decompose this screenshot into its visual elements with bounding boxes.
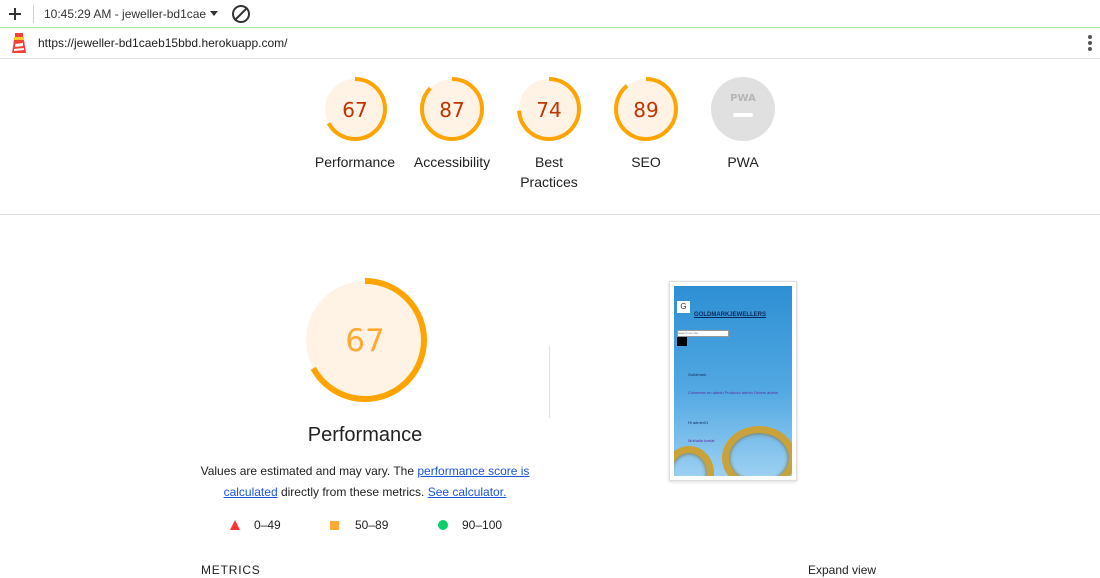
new-report-plus-icon[interactable] xyxy=(5,4,25,24)
top-toolbar: 10:45:29 AM - jeweller-bd1cae xyxy=(0,0,1100,28)
legend-average: 50–89 xyxy=(330,518,388,532)
gauge-seo[interactable]: 89 SEO xyxy=(591,74,701,172)
more-options-icon[interactable] xyxy=(1088,35,1092,51)
see-calculator-link[interactable]: See calculator. xyxy=(428,485,507,499)
legend-pass-range: 90–100 xyxy=(462,518,503,532)
screenshot-content: G GOLDMARKJEWELLERS Search our site Guil… xyxy=(674,286,792,476)
report-run-label: 10:45:29 AM - jeweller-bd1cae xyxy=(44,6,207,21)
gauge-best-practices-label: Best Practices xyxy=(520,154,578,190)
gauge-performance-label: Performance xyxy=(314,154,396,170)
screenshot-label-1: Guildmark xyxy=(688,372,707,377)
metrics-heading: METRICS xyxy=(201,563,261,577)
report-run-dropdown[interactable]: 10:45:29 AM - jeweller-bd1cae xyxy=(44,6,219,21)
gauge-pwa-label: PWA xyxy=(727,154,759,170)
gauge-seo-score: 89 xyxy=(633,98,658,122)
performance-large-score: 67 xyxy=(345,323,384,359)
ring-image xyxy=(722,426,792,476)
lighthouse-logo-icon xyxy=(12,33,26,53)
report-url[interactable]: https://jeweller-bd1caeb15bbd.herokuapp.… xyxy=(38,36,288,50)
gauge-performance-ring: 67 xyxy=(323,77,387,141)
gauge-accessibility-label: Accessibility xyxy=(413,154,491,170)
gauge-performance-score: 67 xyxy=(342,98,367,122)
gauge-pwa[interactable]: PWA PWA xyxy=(688,74,798,172)
screenshot-label-3: Mulhalla kvelat xyxy=(688,438,715,443)
screenshot-brand: GOLDMARKJEWELLERS xyxy=(694,312,766,318)
legend-average-range: 50–89 xyxy=(355,518,389,532)
screenshot-logo: G xyxy=(677,301,690,313)
legend-pass: 90–100 xyxy=(438,518,502,532)
red-triangle-icon xyxy=(230,520,240,530)
gauge-best-practices-score: 74 xyxy=(536,98,561,122)
expand-view-toggle[interactable]: Expand view xyxy=(808,563,876,577)
gauge-accessibility-score: 87 xyxy=(439,98,464,122)
orange-square-icon xyxy=(330,520,339,530)
desc-mid: directly from these metrics. xyxy=(280,485,425,499)
gauge-accessibility-ring: 87 xyxy=(420,77,484,141)
gauge-performance[interactable]: 67 Performance xyxy=(300,74,410,172)
dropdown-caret-icon xyxy=(210,11,219,16)
gauge-seo-ring: 89 xyxy=(614,77,678,141)
legend-fail: 0–49 xyxy=(230,518,281,532)
screenshot-search-button xyxy=(677,337,687,346)
clear-block-icon[interactable] xyxy=(232,4,251,23)
screenshot-search: Search our site xyxy=(677,330,729,337)
desc-prefix: Values are estimated and may vary. The xyxy=(200,464,415,478)
ring-image-small xyxy=(674,446,714,476)
toolbar-divider xyxy=(33,4,34,23)
gauge-seo-label: SEO xyxy=(631,154,661,170)
report-url-bar: https://jeweller-bd1caeb15bbd.herokuapp.… xyxy=(0,28,1100,59)
gauge-accessibility[interactable]: 87 Accessibility xyxy=(397,74,507,172)
gauge-best-practices[interactable]: 74 Best Practices xyxy=(494,74,604,192)
final-screenshot-thumbnail[interactable]: G GOLDMARKJEWELLERS Search our site Guil… xyxy=(669,281,797,481)
green-circle-icon xyxy=(438,520,448,530)
legend-fail-range: 0–49 xyxy=(254,518,281,532)
vertical-divider xyxy=(549,346,550,418)
performance-large-gauge: 67 xyxy=(303,278,427,402)
screenshot-links: Cvinnerex en admin Producto admin Orders… xyxy=(688,390,779,395)
pwa-badge-icon: PWA xyxy=(711,77,775,141)
category-gauges: 67 Performance 87 Accessibility 74 Best … xyxy=(0,74,1100,215)
svg-text:PWA: PWA xyxy=(730,93,756,104)
performance-title: Performance xyxy=(307,424,423,446)
screenshot-label-2: Hi admin01 xyxy=(688,420,709,425)
performance-description: Values are estimated and may vary. The p… xyxy=(195,461,535,503)
gauge-best-practices-ring: 74 xyxy=(517,77,581,141)
